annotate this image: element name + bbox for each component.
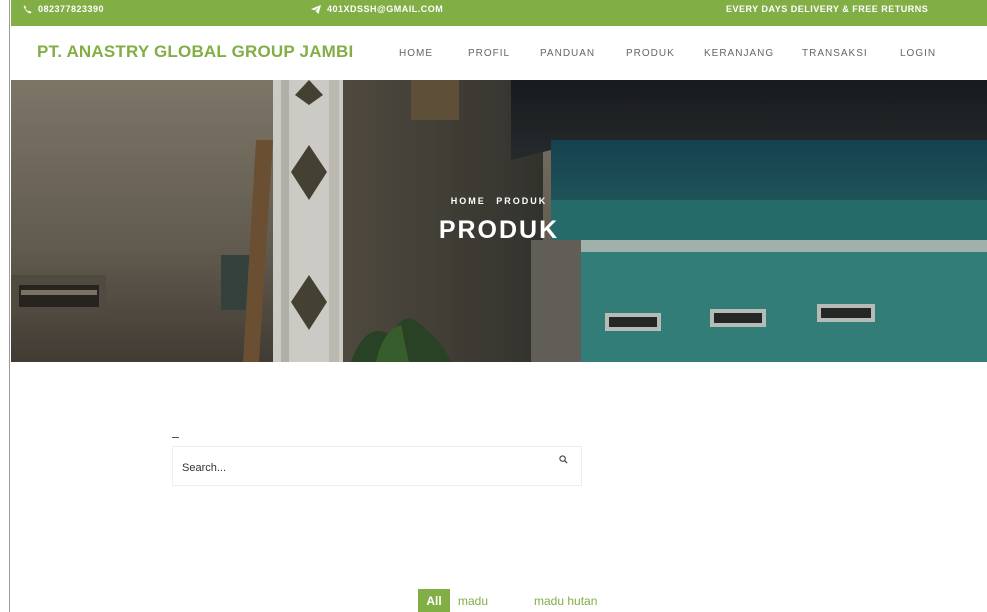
breadcrumb-current: PRODUK <box>496 196 548 206</box>
promo-text: EVERY DAYS DELIVERY & FREE RETURNS <box>726 4 929 14</box>
filter-all[interactable]: All <box>418 589 450 612</box>
phone-icon <box>23 4 32 13</box>
search-icon[interactable] <box>559 455 568 464</box>
nav-keranjang[interactable]: KERANJANG <box>704 48 774 59</box>
nav-transaksi[interactable]: TRANSAKSI <box>802 48 868 59</box>
nav-panduan[interactable]: PANDUAN <box>540 48 595 59</box>
contact-phone: 082377823390 <box>23 4 104 14</box>
page-left-edge <box>0 0 10 612</box>
search-form <box>172 446 582 486</box>
nav-produk[interactable]: PRODUK <box>626 48 675 59</box>
phone-number: 082377823390 <box>38 4 105 14</box>
search-input[interactable] <box>173 447 581 485</box>
delivery-promo: EVERY DAYS DELIVERY & FREE RETURNS <box>726 4 928 14</box>
nav-login[interactable]: LOGIN <box>900 48 936 59</box>
nav-profil[interactable]: PROFIL <box>468 48 510 59</box>
main-navbar: PT. ANASTRY GLOBAL GROUP JAMBI HOME PROF… <box>11 26 987 80</box>
page-title: PRODUK <box>438 216 560 244</box>
email-address: 401XDSSH@GMAIL.COM <box>327 4 444 14</box>
nav-home[interactable]: HOME <box>399 48 433 59</box>
top-info-bar: 082377823390 401XDSSH@GMAIL.COM EVERY DA… <box>11 0 987 26</box>
site-brand[interactable]: PT. ANASTRY GLOBAL GROUP JAMBI <box>37 42 353 62</box>
page-hero-banner: HOME PRODUK PRODUK <box>11 80 987 362</box>
paper-plane-icon <box>311 4 321 14</box>
contact-email: 401XDSSH@GMAIL.COM <box>311 4 443 14</box>
breadcrumb: HOME PRODUK <box>11 196 987 206</box>
search-label-mark <box>172 437 179 438</box>
breadcrumb-home[interactable]: HOME <box>451 196 486 206</box>
filter-madu-hutan[interactable]: madu hutan <box>534 589 597 612</box>
filter-madu[interactable]: madu <box>458 589 488 612</box>
